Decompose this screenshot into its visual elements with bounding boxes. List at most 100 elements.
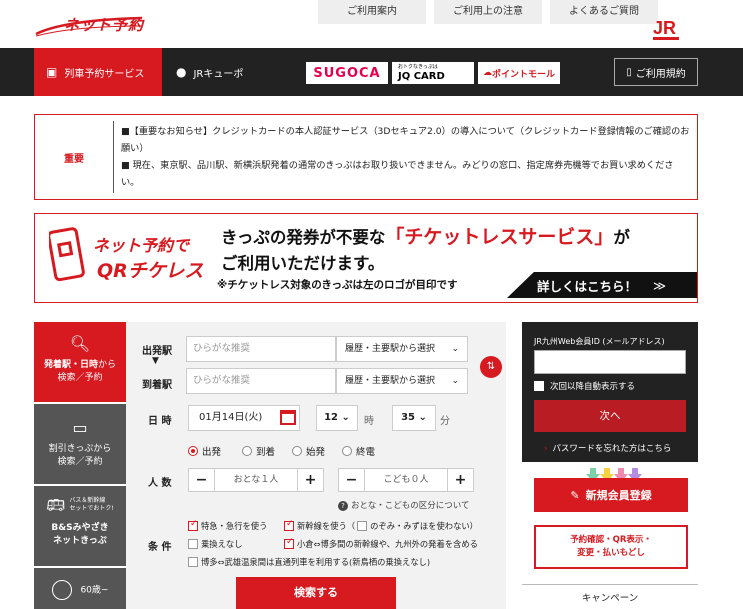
tab-bs-miyazaki[interactable]: 🚌︎ バス＆新幹線 セットでおトク! B&Sみやざき ネットきっぷ bbox=[34, 486, 126, 566]
cond4-label: 小倉⇔博多間の新幹線や、九州外の発着を含める bbox=[297, 539, 478, 549]
ticketless-banner[interactable]: ネット予約で QRチケレス きっぷの発券が不要な「チケットレスサービス」が ご利… bbox=[34, 213, 698, 303]
adult-value: おとな１人 bbox=[233, 475, 279, 485]
nozomi-checkbox-box[interactable] bbox=[357, 521, 368, 531]
cond-hakata-takeo-checkbox[interactable]: 博多⇔武雄温泉間は直通列車を利用する(新鳥栖の乗換えなし) bbox=[188, 556, 430, 568]
checkbox-box bbox=[188, 519, 198, 531]
new-member-register-button[interactable]: ✎ 新規会員登録 bbox=[534, 478, 688, 512]
help-text: おとな・こどもの区分について bbox=[351, 501, 470, 511]
radio-depart-label: 出発 bbox=[202, 447, 222, 458]
child-minus-button[interactable]: − bbox=[339, 469, 365, 491]
register-label: 新規会員登録 bbox=[585, 489, 652, 502]
radio-dot bbox=[242, 446, 252, 456]
tab2-line2: 検索／予約 bbox=[57, 457, 103, 467]
tab1-line2: 検索／予約 bbox=[57, 373, 103, 383]
conditions-label: 条 件 bbox=[148, 542, 172, 553]
arrive-history-select[interactable]: 履歴・主要駅から選択 ⌄ bbox=[336, 368, 468, 394]
age-category-help-link[interactable]: ? おとな・こどもの区分について bbox=[338, 499, 470, 511]
radio-first-label: 始発 bbox=[306, 447, 326, 458]
jq-small-text: おトクなきっぷは bbox=[398, 63, 438, 70]
hour-value: 12 bbox=[324, 412, 339, 423]
search-button[interactable]: 検索する bbox=[236, 577, 396, 609]
terms-button[interactable]: ▯ ご利用規約 bbox=[614, 58, 698, 86]
tab-train-reservation[interactable]: ▣ 列車予約サービス bbox=[34, 48, 162, 96]
forgot-label: パスワードを忘れた方はこちら bbox=[552, 444, 672, 454]
notice-line-1[interactable]: ■【重要なお知らせ】クレジットカードの本人認証サービス（3Dセキュア2.0）の導… bbox=[121, 123, 691, 157]
depart-history-select[interactable]: 履歴・主要駅から選択 ⌄ bbox=[336, 336, 468, 362]
adult-plus-button[interactable]: + bbox=[297, 469, 323, 491]
radio-last-label: 終電 bbox=[356, 447, 376, 458]
banner-headline-1: きっぷの発券が不要な「チケットレスサービス」が bbox=[221, 222, 630, 249]
headline-post: が bbox=[613, 228, 630, 247]
important-notice: 重要 ■【重要なお知らせ】クレジットカードの本人認証サービス（3Dセキュア2.0… bbox=[34, 114, 698, 200]
next-button[interactable]: 次へ bbox=[534, 400, 686, 432]
tab1-from: から bbox=[98, 360, 117, 370]
headline-red: 「チケットレスサービス」 bbox=[385, 226, 614, 248]
tab3-line2: ネットきっぷ bbox=[53, 536, 107, 546]
banner-detail-button[interactable]: 詳しくはこちら！ ≫ bbox=[507, 272, 697, 298]
campaign-heading: キャンペーン bbox=[522, 584, 698, 609]
chevron-right-icon: › bbox=[544, 444, 548, 454]
cond-limited-express-checkbox[interactable]: 特急・急行を使う bbox=[188, 519, 267, 532]
headline-pre: きっぷの発券が不要な bbox=[221, 228, 386, 247]
radio-dot bbox=[188, 446, 198, 456]
reservation-confirm-button[interactable]: 予約確認・QR表示・ 変更・払いもどし bbox=[534, 525, 688, 569]
tab-train-label: 列車予約サービス bbox=[64, 68, 145, 80]
smartphone-qr-icon bbox=[49, 227, 85, 282]
date-label: 日 時 bbox=[148, 416, 172, 427]
checkbox-box bbox=[188, 539, 198, 549]
jr-kyushu-logo-icon[interactable]: JR bbox=[651, 16, 681, 42]
radio-depart[interactable]: 出発 bbox=[188, 444, 221, 458]
cond-kokura-hakata-checkbox[interactable]: 小倉⇔博多間の新幹線や、九州外の発着を含める bbox=[284, 537, 478, 550]
banner-headline-2: ご利用いただけます。 bbox=[221, 254, 385, 273]
radio-first[interactable]: 始発 bbox=[292, 444, 325, 458]
link-guide[interactable]: ご利用案内 bbox=[318, 0, 426, 24]
radio-last[interactable]: 終電 bbox=[342, 444, 375, 458]
radio-arrive[interactable]: 到着 bbox=[242, 444, 275, 458]
depart-station-input[interactable]: ひらがな推奨 bbox=[186, 336, 336, 362]
detail-label: 詳しくはこちら！ bbox=[537, 278, 638, 294]
member-id-label: JR九州Web会員ID (メールアドレス) bbox=[534, 337, 665, 346]
adult-stepper: − おとな１人 + bbox=[188, 468, 324, 492]
tab4-label: 60歳~ bbox=[80, 585, 109, 596]
adult-minus-button[interactable]: − bbox=[189, 469, 215, 491]
tab1-line1-bold: 発着駅・日時 bbox=[43, 360, 98, 370]
tab-senior[interactable]: 60歳~ bbox=[34, 568, 126, 609]
arrive-station-input[interactable]: ひらがな推奨 bbox=[186, 368, 336, 394]
checkbox-box bbox=[284, 537, 294, 549]
jq-card-banner[interactable]: おトクなきっぷは JQ CARD bbox=[392, 62, 474, 84]
double-chevron-icon: ≫ bbox=[653, 277, 667, 293]
tab-station-datetime-search[interactable]: 🔍︎ 発着駅・日時から 検索／予約 bbox=[34, 322, 126, 402]
tab3-top: 🚌︎ バス＆新幹線 セットでおトク! bbox=[34, 496, 126, 514]
cond-shinkansen-checkbox[interactable]: 新幹線を使う（ のぞみ・みずほを使わない） bbox=[284, 519, 478, 532]
sugoca-banner[interactable]: SUGOCA bbox=[306, 62, 388, 84]
header: ネット予約 ご利用案内 ご利用上の注意 よくあるご質問 JR bbox=[0, 0, 743, 48]
auto-display-checkbox[interactable]: 次回以降自動表示する bbox=[534, 380, 635, 392]
member-id-input[interactable] bbox=[534, 350, 686, 374]
pencil-icon: ✎ bbox=[570, 488, 580, 502]
qr-logo-line2: QRチケレス bbox=[97, 260, 204, 282]
tab-discount-ticket[interactable]: ▭ 割引きっぷから 検索／予約 bbox=[34, 404, 126, 484]
auto-display-label: 次回以降自動表示する bbox=[550, 382, 636, 392]
cloud-icon: ☁ bbox=[482, 68, 492, 78]
child-plus-button[interactable]: + bbox=[447, 469, 473, 491]
point-mall-label: ポイントモール bbox=[491, 69, 555, 80]
cond-no-transfer-checkbox[interactable]: 乗換えなし bbox=[188, 538, 243, 550]
cond3-label: 乗換えなし bbox=[201, 539, 243, 549]
forgot-password-link[interactable]: › パスワードを忘れた方はこちら bbox=[544, 442, 671, 454]
hour-select[interactable]: 12 ⌄ bbox=[316, 405, 358, 431]
link-faq[interactable]: よくあるご質問 bbox=[550, 0, 658, 24]
page: ネット予約 ご利用案内 ご利用上の注意 よくあるご質問 JR ▣ 列車予約サービ… bbox=[0, 0, 743, 609]
calendar-icon[interactable] bbox=[280, 410, 296, 425]
tab-jr-cue[interactable]: ● JRキューポ bbox=[170, 48, 290, 96]
checkbox-box bbox=[188, 557, 198, 567]
point-mall-banner[interactable]: ☁ ポイントモール bbox=[478, 62, 560, 84]
tab3-small2: セットでおトク! bbox=[69, 505, 114, 512]
link-notes[interactable]: ご利用上の注意 bbox=[434, 0, 542, 24]
svg-text:JR: JR bbox=[653, 18, 676, 38]
notice-label: 重要 bbox=[64, 153, 84, 165]
coins-icon: ● bbox=[176, 65, 187, 79]
minute-select[interactable]: 35 ⌄ bbox=[392, 405, 436, 431]
swap-stations-icon[interactable]: ⇅ bbox=[480, 356, 502, 378]
radio-dot bbox=[292, 446, 302, 456]
net-yoyaku-logo[interactable]: ネット予約 bbox=[34, 12, 144, 38]
